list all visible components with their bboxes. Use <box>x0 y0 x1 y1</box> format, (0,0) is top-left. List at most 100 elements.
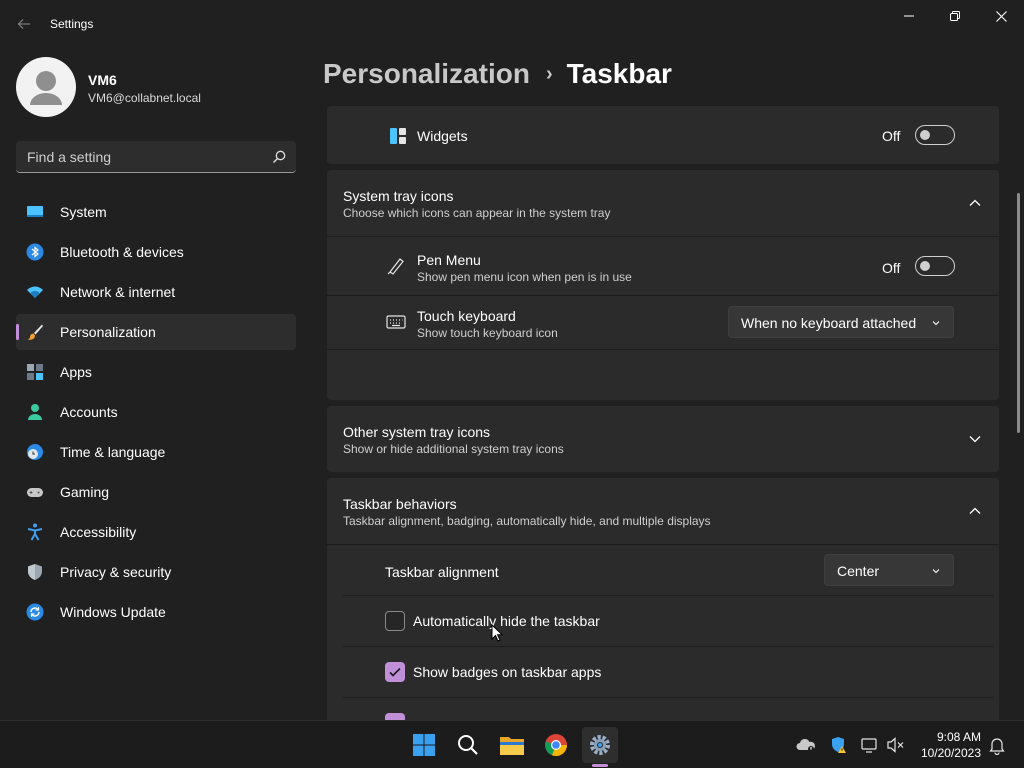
sidebar-item-system[interactable]: System <box>16 194 296 230</box>
sidebar-item-label: Personalization <box>60 324 156 340</box>
brush-icon <box>27 324 43 340</box>
mouse-cursor-icon <box>491 624 503 642</box>
minimize-icon <box>904 15 914 17</box>
wifi-icon <box>27 286 43 298</box>
taskbar-alignment-value: Center <box>837 563 880 579</box>
sidebar-item-bluetooth[interactable]: Bluetooth & devices <box>16 234 296 270</box>
widgets-card: Widgets Off <box>327 106 999 164</box>
badges-checkbox[interactable] <box>385 662 405 682</box>
sidebar-item-label: Gaming <box>60 484 110 500</box>
other-tray-subtitle: Show or hide additional system tray icon… <box>343 442 564 456</box>
sidebar-item-label: Windows Update <box>60 604 166 620</box>
divider <box>343 646 993 647</box>
divider <box>327 295 999 296</box>
widgets-icon <box>390 128 406 144</box>
sidebar-item-windows-update[interactable]: Windows Update <box>16 594 296 630</box>
accounts-icon <box>28 404 42 420</box>
taskbar-alignment-dropdown[interactable]: Center <box>824 554 954 586</box>
sidebar-item-personalization[interactable]: Personalization <box>16 314 296 350</box>
auto-hide-label[interactable]: Automatically hide the taskbar <box>413 613 600 629</box>
widgets-toggle[interactable] <box>915 125 955 145</box>
breadcrumb-separator: › <box>545 63 553 85</box>
close-button[interactable] <box>978 0 1024 32</box>
divider <box>343 697 993 698</box>
chrome-icon <box>545 734 568 757</box>
pen-icon <box>387 258 404 275</box>
clock-date[interactable]: 10/20/2023 <box>921 746 981 760</box>
other-tray-card[interactable]: Other system tray icons Show or hide add… <box>327 406 999 472</box>
search-input[interactable]: Find a setting <box>16 141 296 173</box>
sidebar-item-label: System <box>60 204 107 220</box>
taskbar-behaviors-header[interactable]: Taskbar behaviors Taskbar alignment, bad… <box>327 478 999 544</box>
divider <box>327 349 999 350</box>
sidebar-item-network[interactable]: Network & internet <box>16 274 296 310</box>
onedrive-icon[interactable] <box>796 735 816 755</box>
sidebar-item-label: Network & internet <box>60 284 176 300</box>
person-icon <box>30 71 62 105</box>
scrollbar[interactable] <box>1017 193 1020 433</box>
close-icon <box>995 10 1007 22</box>
breadcrumb-parent[interactable]: Personalization <box>323 58 530 89</box>
keyboard-icon <box>386 315 406 329</box>
sidebar-item-label: Privacy & security <box>60 564 172 580</box>
touch-keyboard-value: When no keyboard attached <box>741 315 917 331</box>
settings-icon <box>590 735 610 755</box>
avatar[interactable] <box>16 57 76 117</box>
divider <box>343 595 993 596</box>
file-explorer-icon <box>500 737 524 755</box>
user-name: VM6 <box>88 72 117 88</box>
widgets-state: Off <box>882 128 901 144</box>
back-button[interactable] <box>10 10 38 38</box>
accessibility-icon <box>27 523 43 541</box>
taskbar-behaviors-title: Taskbar behaviors <box>343 496 457 512</box>
taskbar-alignment-label: Taskbar alignment <box>385 564 499 580</box>
divider <box>327 236 999 237</box>
other-tray-title: Other system tray icons <box>343 424 491 440</box>
security-warning-icon[interactable] <box>829 735 849 755</box>
file-explorer-button[interactable] <box>494 727 530 763</box>
touch-keyboard-dropdown[interactable]: When no keyboard attached <box>728 306 954 338</box>
volume-muted-icon[interactable] <box>886 735 906 755</box>
sidebar-item-time-language[interactable]: Time & language <box>16 434 296 470</box>
breadcrumb: Personalization › Taskbar <box>323 58 672 90</box>
clock-time[interactable]: 9:08 AM <box>937 730 981 744</box>
settings-taskbar-button[interactable] <box>582 727 618 763</box>
sidebar-item-label: Bluetooth & devices <box>60 244 184 260</box>
minimize-button[interactable] <box>886 0 932 32</box>
pen-menu-title: Pen Menu <box>417 252 481 268</box>
sidebar-item-label: Time & language <box>60 444 166 460</box>
chevron-up-icon[interactable] <box>968 504 982 518</box>
network-icon[interactable] <box>860 735 880 755</box>
pen-menu-toggle[interactable] <box>915 256 955 276</box>
touch-keyboard-title: Touch keyboard <box>417 308 516 324</box>
chevron-down-icon <box>932 569 940 574</box>
restore-icon <box>950 11 960 21</box>
sidebar-item-privacy[interactable]: Privacy & security <box>16 554 296 590</box>
chrome-button[interactable] <box>538 727 574 763</box>
chevron-up-icon[interactable] <box>968 196 982 210</box>
sidebar-item-gaming[interactable]: Gaming <box>16 474 296 510</box>
sidebar-item-accounts[interactable]: Accounts <box>16 394 296 430</box>
search-icon <box>458 735 478 755</box>
system-tray-header[interactable]: System tray icons Choose which icons can… <box>327 170 999 236</box>
badges-label[interactable]: Show badges on taskbar apps <box>413 664 601 680</box>
start-icon <box>413 734 435 756</box>
system-icon <box>27 206 43 217</box>
auto-hide-checkbox[interactable] <box>385 611 405 631</box>
globe-clock-icon <box>27 444 43 460</box>
update-icon <box>26 603 44 621</box>
start-button[interactable] <box>406 727 442 763</box>
sidebar-item-apps[interactable]: Apps <box>16 354 296 390</box>
notification-bell-icon[interactable] <box>987 735 1007 755</box>
restore-button[interactable] <box>932 0 978 32</box>
divider <box>327 544 999 545</box>
gamepad-icon <box>27 488 43 497</box>
sidebar-item-accessibility[interactable]: Accessibility <box>16 514 296 550</box>
search-icon[interactable] <box>272 150 286 164</box>
search-placeholder: Find a setting <box>27 149 112 165</box>
apps-icon <box>27 364 43 380</box>
chevron-down-icon[interactable] <box>968 432 982 446</box>
active-app-indicator <box>592 764 608 767</box>
touch-keyboard-subtitle: Show touch keyboard icon <box>417 326 558 340</box>
taskbar-search-button[interactable] <box>450 727 486 763</box>
